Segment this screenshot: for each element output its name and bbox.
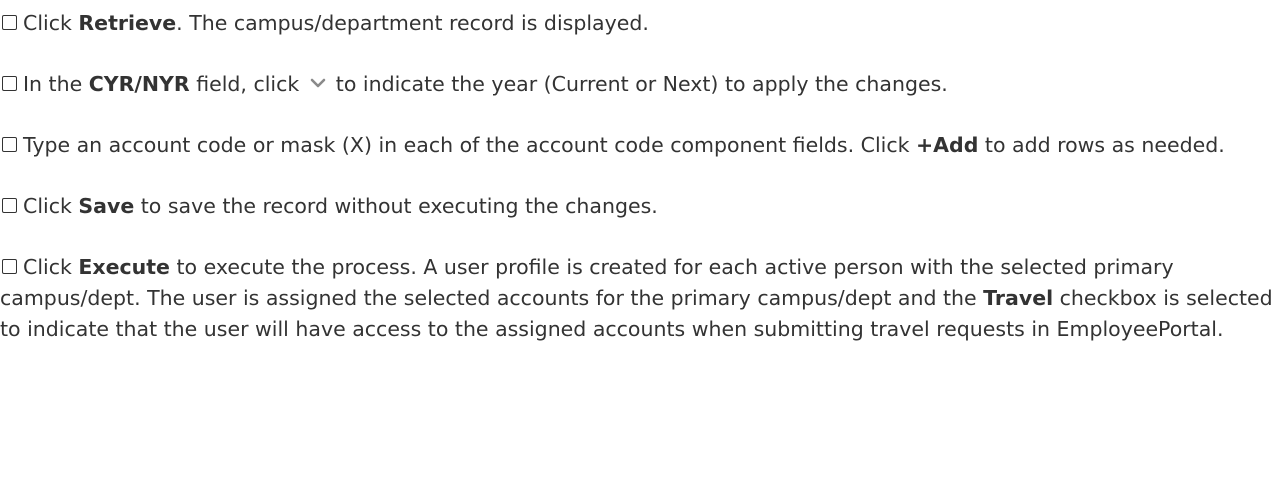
step-text-pre: Click [23, 255, 79, 279]
save-label: Save [78, 194, 135, 218]
step-text-post: to add rows as needed. [978, 133, 1225, 157]
step-cyr-nyr: In the CYR/NYR field, click to indicate … [0, 69, 1282, 100]
step-account-code: Type an account code or mask (X) in each… [0, 130, 1282, 161]
step-text-pre: Click [23, 11, 79, 35]
step-text-post: to save the record without executing the… [134, 194, 658, 218]
step-text-pre: In the [23, 72, 89, 96]
instruction-list: Click Retrieve. The campus/department re… [0, 0, 1282, 345]
retrieve-label: Retrieve [78, 11, 177, 35]
execute-label: Execute [78, 255, 170, 279]
checkbox-icon [2, 76, 17, 91]
step-text-pre: Click [23, 194, 79, 218]
step-save: Click Save to save the record without ex… [0, 191, 1282, 222]
step-text-post: to indicate the year (Current or Next) t… [335, 72, 948, 96]
step-retrieve: Click Retrieve. The campus/department re… [0, 8, 1282, 39]
cyr-nyr-label: CYR/NYR [88, 72, 190, 96]
add-label: +Add [916, 133, 979, 157]
checkbox-icon [2, 259, 17, 274]
checkbox-icon [2, 198, 17, 213]
checkbox-icon [2, 15, 17, 30]
step-text-post: . The campus/department record is displa… [176, 11, 649, 35]
step-text-pre: Type an account code or mask (X) in each… [23, 133, 916, 157]
travel-label: Travel [983, 286, 1054, 310]
chevron-down-icon [310, 77, 326, 89]
checkbox-icon [2, 137, 17, 152]
step-text-mid: field, click [189, 72, 306, 96]
step-execute: Click Execute to execute the process. A … [0, 252, 1282, 345]
